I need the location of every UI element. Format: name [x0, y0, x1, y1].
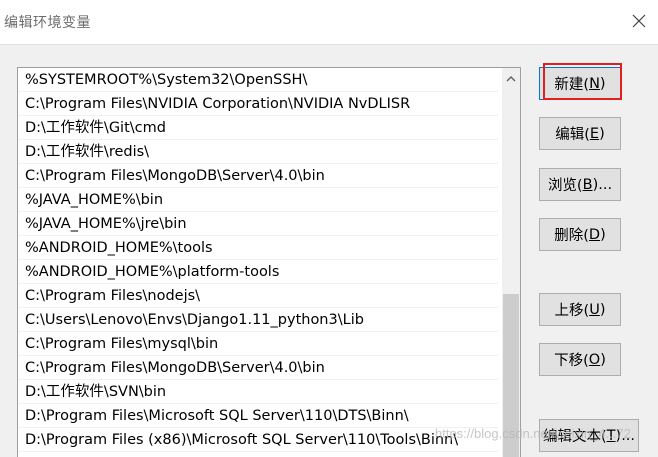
window-title: 编辑环境变量: [4, 15, 91, 31]
path-entry-row[interactable]: C:\Program Files\MongoDB\Server\4.0\bin: [18, 356, 498, 380]
path-list[interactable]: %SYSTEMROOT%\System32\OpenSSH\ C:\Program…: [17, 67, 521, 457]
path-entry-row[interactable]: D:\工作软件\SVN\bin: [18, 380, 498, 404]
delete-button-key: D: [588, 226, 601, 243]
path-entry-row[interactable]: C:\Program Files\mysql\bin: [18, 332, 498, 356]
path-entry-row[interactable]: %JAVA_HOME%\bin: [18, 188, 498, 212]
path-list-rows: %SYSTEMROOT%\System32\OpenSSH\ C:\Program…: [18, 68, 498, 452]
edit-button-label: 编辑(: [555, 127, 590, 143]
move-down-button-key: O: [588, 351, 601, 368]
edit-button-suffix: ): [599, 125, 605, 142]
path-entry-row[interactable]: D:\工作软件\redis\: [18, 140, 498, 164]
new-button-key: N: [589, 75, 600, 92]
path-entry-row[interactable]: %JAVA_HOME%\jre\bin: [18, 212, 498, 236]
new-button-suffix: ): [599, 75, 606, 92]
move-down-button-suffix: ): [600, 351, 606, 368]
edit-text-button[interactable]: 编辑文本(T)...: [539, 419, 639, 452]
delete-button-label: 删除(: [554, 228, 589, 244]
path-entry-row[interactable]: %SYSTEMROOT%\System32\OpenSSH\: [18, 68, 498, 92]
browse-button-label: 浏览(: [547, 178, 583, 194]
path-entry-row[interactable]: D:\工作软件\Git\cmd: [18, 116, 498, 140]
edit-text-button-label: 编辑文本(: [543, 429, 607, 445]
delete-button[interactable]: 删除(D): [539, 218, 621, 251]
new-button-label: 新建(: [554, 77, 590, 93]
path-entry-row[interactable]: D:\Program Files (x86)\Microsoft SQL Ser…: [18, 428, 498, 452]
edit-text-button-suffix: )...: [615, 427, 636, 444]
vertical-scrollbar[interactable]: [502, 68, 520, 457]
move-down-button-label: 下移(: [554, 353, 589, 369]
delete-button-suffix: ): [600, 226, 606, 243]
browse-button-key: B: [582, 176, 593, 193]
path-entry-row[interactable]: C:\Program Files\MongoDB\Server\4.0\bin: [18, 164, 498, 188]
edit-text-button-key: T: [606, 427, 616, 444]
path-entry-row[interactable]: C:\Program Files\NVIDIA Corporation\NVID…: [18, 92, 498, 116]
move-up-button-key: U: [589, 301, 600, 318]
path-entry-row[interactable]: C:\Users\Lenovo\Envs\Django1.11_python3\…: [18, 308, 498, 332]
new-button[interactable]: 新建(N): [539, 67, 621, 100]
close-button[interactable]: [626, 8, 652, 34]
scroll-up-button[interactable]: [502, 68, 520, 88]
chevron-up-icon: [506, 75, 516, 81]
move-up-button[interactable]: 上移(U): [539, 293, 621, 326]
move-down-button[interactable]: 下移(O): [539, 343, 621, 376]
edit-button-key: E: [589, 125, 600, 142]
title-bar: 编辑环境变量: [0, 0, 658, 45]
browse-button-suffix: )...: [592, 176, 613, 193]
move-up-button-label: 上移(: [554, 303, 590, 319]
path-entry-row[interactable]: C:\Program Files\nodejs\: [18, 284, 498, 308]
path-entry-row[interactable]: %ANDROID_HOME%\platform-tools: [18, 260, 498, 284]
path-entry-row[interactable]: %ANDROID_HOME%\tools: [18, 236, 498, 260]
close-icon: [632, 14, 646, 28]
scroll-thumb[interactable]: [503, 294, 519, 457]
move-up-button-suffix: ): [599, 301, 606, 318]
path-entry-row[interactable]: D:\Program Files\Microsoft SQL Server\11…: [18, 404, 498, 428]
edit-button[interactable]: 编辑(E): [539, 117, 621, 150]
browse-button[interactable]: 浏览(B)...: [539, 168, 621, 201]
